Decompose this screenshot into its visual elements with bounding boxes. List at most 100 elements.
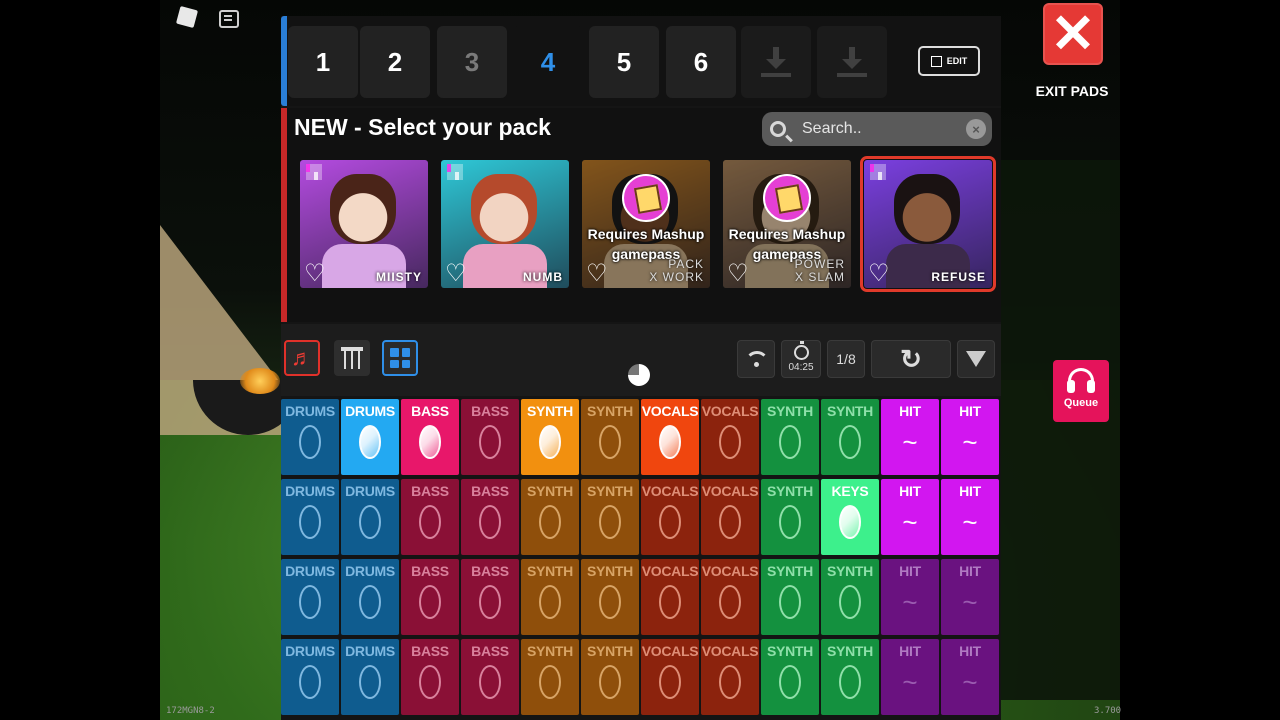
search-input[interactable] bbox=[800, 119, 954, 139]
pad-hit[interactable]: HIT ~ bbox=[941, 479, 999, 555]
favorite-heart-icon[interactable]: ♡ bbox=[868, 262, 890, 286]
tab-3[interactable]: 3 bbox=[437, 26, 507, 98]
grid-view-button[interactable] bbox=[382, 340, 418, 376]
pad-drums[interactable]: DRUMS bbox=[341, 639, 399, 715]
pad-synth[interactable]: SYNTH bbox=[821, 639, 879, 715]
idle-ring-icon bbox=[359, 505, 381, 539]
favorite-heart-icon[interactable]: ♡ bbox=[586, 262, 608, 286]
pad-bass[interactable]: BASS bbox=[401, 639, 459, 715]
pad-bass[interactable]: BASS bbox=[401, 399, 459, 475]
pad-label: HIT bbox=[899, 563, 921, 579]
favorite-heart-icon[interactable]: ♡ bbox=[445, 262, 467, 286]
idle-ring-icon bbox=[299, 585, 321, 619]
pad-synth[interactable]: SYNTH bbox=[821, 399, 879, 475]
pad-drums[interactable]: DRUMS bbox=[281, 559, 339, 635]
pad-hit[interactable]: HIT ~ bbox=[881, 479, 939, 555]
clear-search-button[interactable]: × bbox=[966, 119, 986, 139]
pad-vocals[interactable]: VOCALS bbox=[701, 639, 759, 715]
pack-card[interactable]: NUMB ♡ bbox=[441, 160, 569, 288]
pad-drums[interactable]: DRUMS bbox=[341, 479, 399, 555]
tab-6[interactable]: 6 bbox=[666, 26, 736, 98]
pack-card[interactable]: MIISTY ♡ bbox=[300, 160, 428, 288]
pad-label: DRUMS bbox=[345, 483, 395, 499]
pad-synth[interactable]: SYNTH bbox=[581, 399, 639, 475]
pad-bass[interactable]: BASS bbox=[401, 559, 459, 635]
pad-drums[interactable]: DRUMS bbox=[281, 479, 339, 555]
pad-synth[interactable]: SYNTH bbox=[581, 639, 639, 715]
pad-label: BASS bbox=[471, 643, 509, 659]
pad-vocals[interactable]: VOCALS bbox=[701, 559, 759, 635]
pack-card[interactable]: Requires Mashup gamepass PACK X WORK ♡ bbox=[582, 160, 710, 288]
idle-ring-icon bbox=[839, 665, 861, 699]
pad-bass[interactable]: BASS bbox=[461, 479, 519, 555]
idle-ring-icon bbox=[359, 585, 381, 619]
pad-synth[interactable]: SYNTH bbox=[521, 399, 579, 475]
tab-4[interactable]: 4 bbox=[513, 26, 583, 98]
pad-synth[interactable]: SYNTH bbox=[581, 559, 639, 635]
pad-bass[interactable]: BASS bbox=[461, 559, 519, 635]
tab-1[interactable]: 1 bbox=[288, 26, 358, 98]
pad-label: VOCALS bbox=[701, 483, 759, 499]
pad-vocals[interactable]: VOCALS bbox=[701, 399, 759, 475]
tab-2[interactable]: 2 bbox=[360, 26, 430, 98]
pad-hit[interactable]: HIT ~ bbox=[941, 639, 999, 715]
edit-button[interactable]: EDIT bbox=[918, 46, 980, 76]
pad-hit[interactable]: HIT ~ bbox=[881, 639, 939, 715]
pad-synth[interactable]: SYNTH bbox=[821, 559, 879, 635]
pad-label: HIT bbox=[899, 643, 921, 659]
pad-synth[interactable]: SYNTH bbox=[521, 639, 579, 715]
pad-drums[interactable]: DRUMS bbox=[341, 559, 399, 635]
download-button-2[interactable] bbox=[817, 26, 887, 98]
fire bbox=[240, 368, 280, 394]
tab-5[interactable]: 5 bbox=[589, 26, 659, 98]
pad-bass[interactable]: BASS bbox=[401, 479, 459, 555]
wifi-sync-button[interactable] bbox=[737, 340, 775, 378]
collapse-button[interactable] bbox=[957, 340, 995, 378]
pad-synth[interactable]: SYNTH bbox=[581, 479, 639, 555]
queue-button[interactable]: Queue bbox=[1053, 360, 1109, 422]
idle-ring-icon bbox=[719, 425, 741, 459]
mixer-button[interactable] bbox=[334, 340, 370, 376]
pack-name: NUMB bbox=[523, 270, 563, 284]
pad-synth[interactable]: SYNTH bbox=[761, 479, 819, 555]
pack-card[interactable]: Requires Mashup gamepass POWER X SLAM ♡ bbox=[723, 160, 851, 288]
pad-vocals[interactable]: VOCALS bbox=[701, 479, 759, 555]
favorite-heart-icon[interactable]: ♡ bbox=[727, 262, 749, 286]
pad-vocals[interactable]: VOCALS bbox=[641, 399, 699, 475]
pad-vocals[interactable]: VOCALS bbox=[641, 639, 699, 715]
pack-card[interactable]: REFUSE ♡ bbox=[860, 156, 996, 292]
exit-pads-button[interactable]: ✕ bbox=[1043, 3, 1103, 65]
pad-bass[interactable]: BASS bbox=[461, 639, 519, 715]
pad-hit[interactable]: HIT ~ bbox=[941, 559, 999, 635]
pad-drums[interactable]: DRUMS bbox=[281, 639, 339, 715]
pad-hit[interactable]: HIT ~ bbox=[881, 399, 939, 475]
pad-vocals[interactable]: VOCALS bbox=[641, 479, 699, 555]
download-button-1[interactable] bbox=[741, 26, 811, 98]
pad-label: BASS bbox=[471, 403, 509, 419]
pad-hit[interactable]: HIT ~ bbox=[941, 399, 999, 475]
pad-bass[interactable]: BASS bbox=[461, 399, 519, 475]
pad-drums[interactable]: DRUMS bbox=[281, 399, 339, 475]
playing-indicator-icon bbox=[539, 425, 561, 459]
chat-icon[interactable] bbox=[219, 10, 239, 28]
quantize-button[interactable]: 1/8 bbox=[827, 340, 865, 378]
wave-icon: ~ bbox=[962, 507, 978, 537]
pad-vocals[interactable]: VOCALS bbox=[641, 559, 699, 635]
pad-hit[interactable]: HIT ~ bbox=[881, 559, 939, 635]
pad-keys[interactable]: KEYS bbox=[821, 479, 879, 555]
pad-label: SYNTH bbox=[767, 403, 813, 419]
pad-drums[interactable]: DRUMS bbox=[341, 399, 399, 475]
pad-synth[interactable]: SYNTH bbox=[761, 639, 819, 715]
pad-synth[interactable]: SYNTH bbox=[761, 559, 819, 635]
pad-label: SYNTH bbox=[587, 643, 633, 659]
timer-button[interactable]: 04:25 bbox=[781, 340, 821, 378]
music-mode-button[interactable]: ♬ bbox=[284, 340, 320, 376]
favorite-heart-icon[interactable]: ♡ bbox=[304, 262, 326, 286]
pad-label: VOCALS bbox=[701, 403, 759, 419]
pad-synth[interactable]: SYNTH bbox=[761, 399, 819, 475]
grid-icon bbox=[390, 348, 410, 368]
reset-button[interactable]: ↻ bbox=[871, 340, 951, 378]
pad-synth[interactable]: SYNTH bbox=[521, 479, 579, 555]
pad-synth[interactable]: SYNTH bbox=[521, 559, 579, 635]
search-bar[interactable]: × bbox=[762, 112, 992, 146]
